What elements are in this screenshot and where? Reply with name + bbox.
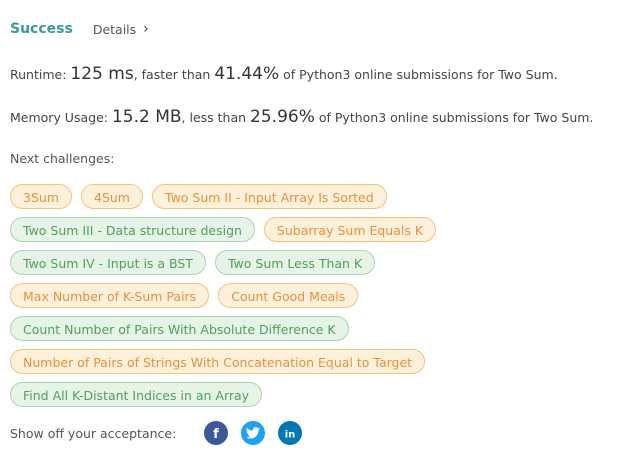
challenge-row: 3Sum 4Sum Two Sum II - Input Array Is So… xyxy=(10,184,387,209)
chevron-right-icon: › xyxy=(143,21,149,37)
challenge-row: Two Sum IV - Input is a BST Two Sum Less… xyxy=(10,250,376,275)
next-challenges-label: Next challenges: xyxy=(10,151,115,166)
challenge-chip[interactable]: Max Number of K-Sum Pairs xyxy=(10,283,210,308)
challenge-row: Two Sum III - Data structure design Suba… xyxy=(10,217,437,242)
status-label: Success xyxy=(10,21,73,37)
social-buttons: f in xyxy=(204,421,303,445)
memory-percent: 25.96% xyxy=(250,107,315,127)
runtime-label: Runtime: xyxy=(10,67,67,82)
challenge-chip[interactable]: 3Sum xyxy=(10,184,72,209)
memory-stat: Memory Usage: 15.2 MB, less than 25.96% … xyxy=(10,107,593,127)
details-link[interactable]: Details › xyxy=(93,22,149,37)
challenge-chip[interactable]: 4Sum xyxy=(81,184,143,209)
memory-compare: , less than xyxy=(181,110,247,125)
challenge-chip[interactable]: Count Number of Pairs With Absolute Diff… xyxy=(10,316,349,341)
challenge-chip[interactable]: Two Sum II - Input Array Is Sorted xyxy=(152,184,387,209)
challenge-row: Max Number of K-Sum Pairs Count Good Mea… xyxy=(10,283,359,308)
twitter-icon[interactable] xyxy=(241,421,266,445)
memory-suffix: of Python3 online submissions for Two Su… xyxy=(318,110,594,125)
facebook-icon[interactable]: f xyxy=(204,421,229,445)
share-row: Show off your acceptance: f in xyxy=(10,421,303,445)
svg-text:f: f xyxy=(213,427,219,440)
runtime-value: 125 ms xyxy=(70,64,134,84)
challenge-chip[interactable]: Count Good Meals xyxy=(218,283,359,308)
challenge-row: Find All K-Distant Indices in an Array xyxy=(10,382,263,407)
linkedin-icon[interactable]: in xyxy=(278,421,303,445)
share-label: Show off your acceptance: xyxy=(10,425,177,441)
runtime-stat: Runtime: 125 ms, faster than 41.44% of P… xyxy=(10,64,558,84)
challenge-chip[interactable]: Find All K-Distant Indices in an Array xyxy=(10,382,263,407)
challenge-row: Count Number of Pairs With Absolute Diff… xyxy=(10,316,349,341)
result-header: Success Details › xyxy=(10,21,149,37)
details-label: Details xyxy=(92,21,137,37)
challenge-chip[interactable]: Subarray Sum Equals K xyxy=(263,217,437,242)
challenge-row: Number of Pairs of Strings With Concaten… xyxy=(10,349,426,374)
challenge-chip[interactable]: Two Sum IV - Input is a BST xyxy=(10,250,206,275)
challenge-chip[interactable]: Two Sum III - Data structure design xyxy=(10,217,255,242)
challenge-chip[interactable]: Two Sum Less Than K xyxy=(214,250,376,275)
challenge-chip[interactable]: Number of Pairs of Strings With Concaten… xyxy=(10,349,426,374)
memory-value: 15.2 MB xyxy=(111,107,182,127)
runtime-suffix: of Python3 online submissions for Two Su… xyxy=(283,67,558,82)
svg-text:in: in xyxy=(285,430,296,441)
runtime-percent: 41.44% xyxy=(214,64,280,84)
runtime-compare: , faster than xyxy=(133,67,211,82)
memory-label: Memory Usage: xyxy=(10,110,108,125)
